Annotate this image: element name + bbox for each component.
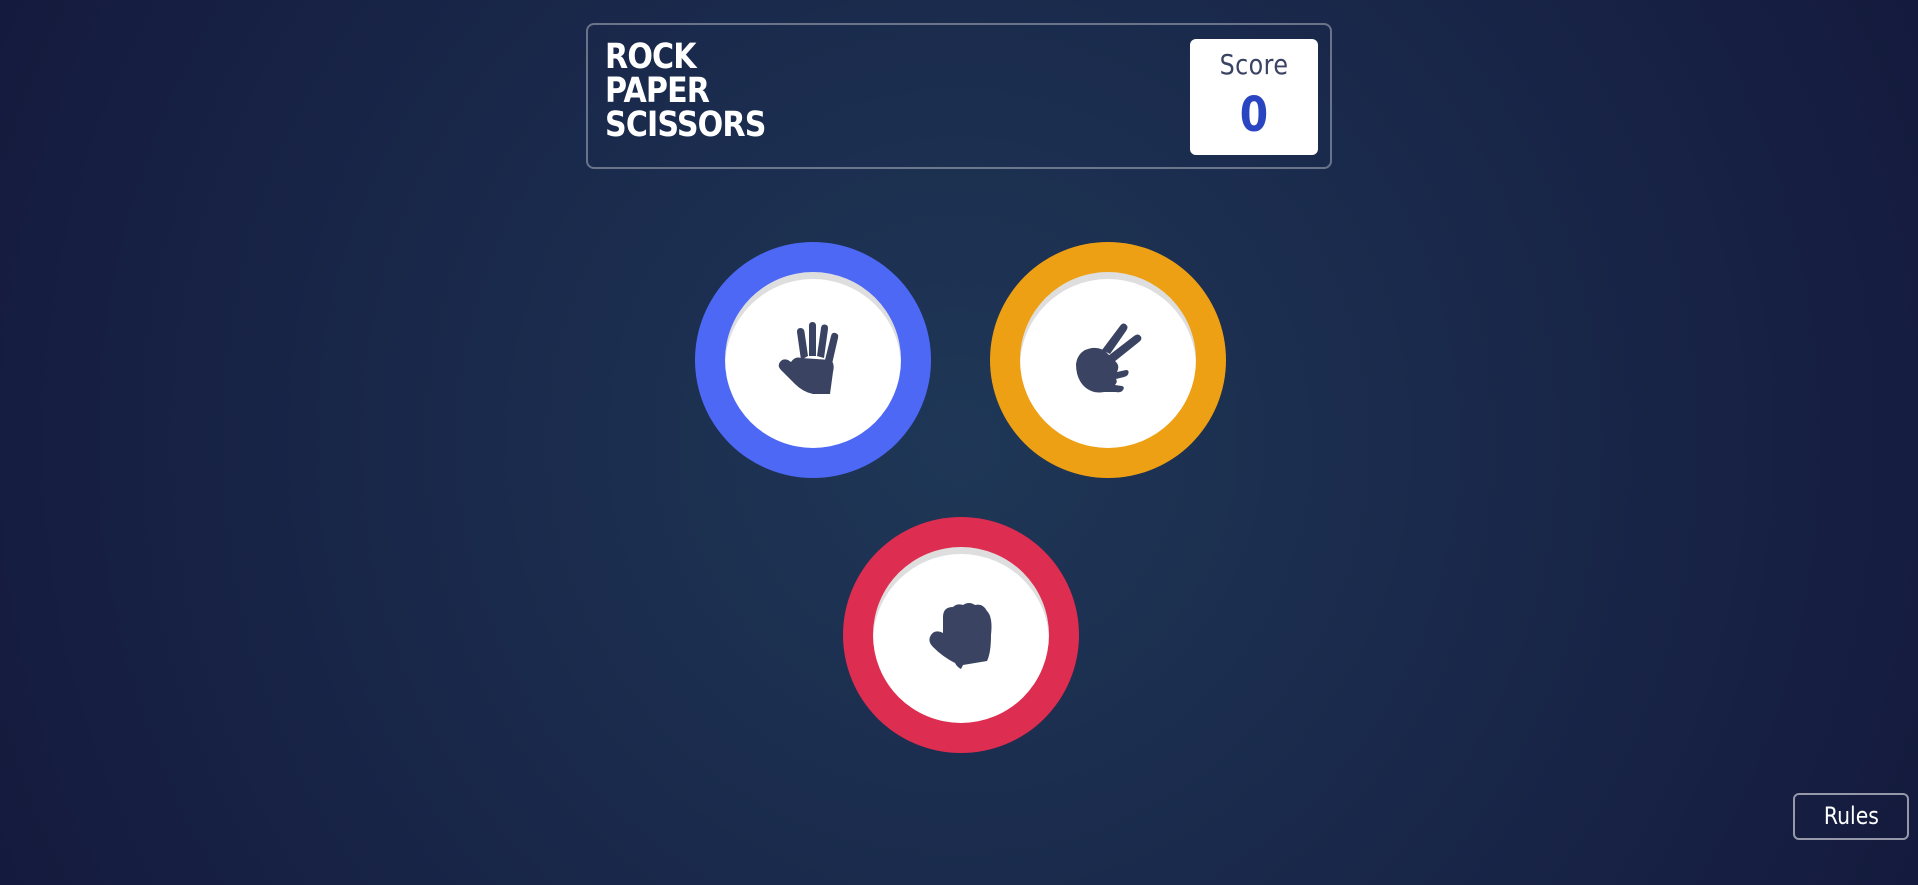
logo-line-scissors: SCISSORS bbox=[605, 105, 766, 145]
scissors-token[interactable] bbox=[990, 242, 1226, 478]
score-label: Score bbox=[1219, 48, 1289, 81]
logo-line-rock: ROCK bbox=[605, 37, 697, 77]
game-logo: ROCK PAPER SCISSORS bbox=[605, 37, 766, 145]
paper-token-face bbox=[725, 272, 901, 448]
rock-fist-icon bbox=[929, 603, 992, 669]
paper-hand-icon bbox=[778, 322, 839, 394]
rules-button[interactable]: Rules bbox=[1793, 793, 1909, 840]
score-value: 0 bbox=[1239, 87, 1269, 143]
rules-button-label: Rules bbox=[1823, 802, 1879, 830]
scissors-hand-icon bbox=[1076, 323, 1142, 393]
rock-token[interactable] bbox=[843, 517, 1079, 753]
game-header: ROCK PAPER SCISSORS Score 0 bbox=[586, 23, 1332, 169]
paper-token[interactable] bbox=[695, 242, 931, 478]
scissors-token-face bbox=[1020, 272, 1196, 448]
logo-line-paper: PAPER bbox=[605, 71, 710, 111]
score-card: Score 0 bbox=[1190, 39, 1318, 155]
rock-token-face bbox=[873, 547, 1049, 723]
